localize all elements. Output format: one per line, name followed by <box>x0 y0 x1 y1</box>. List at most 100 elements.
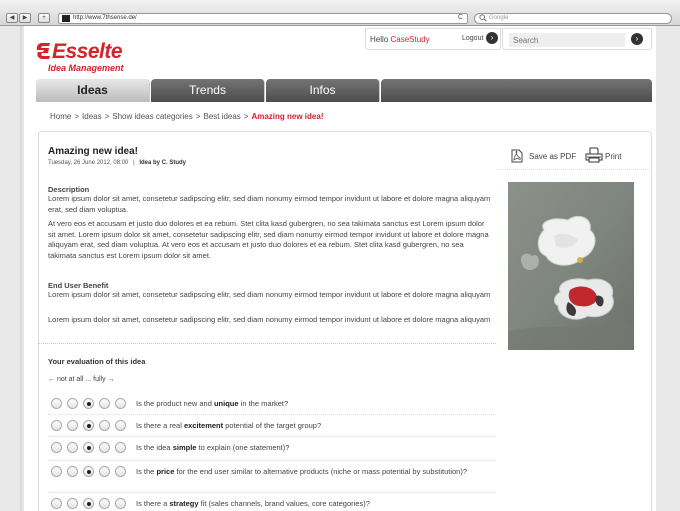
search-input[interactable] <box>509 33 625 47</box>
account-box: Hello CaseStudy Logout › <box>365 28 501 50</box>
idea-author[interactable]: C. Study <box>162 160 186 166</box>
divider <box>38 343 496 344</box>
rating-radio-3[interactable] <box>83 498 94 509</box>
breadcrumb-home[interactable]: Home <box>50 112 71 121</box>
rating-radio-1[interactable] <box>51 498 62 509</box>
add-bookmark-button[interactable]: + <box>38 13 50 23</box>
site-favicon-icon <box>62 15 70 22</box>
question-keyword: simple <box>172 443 197 452</box>
site-search: › <box>502 28 652 50</box>
row-divider <box>48 460 496 461</box>
rating-radio-5[interactable] <box>115 420 126 431</box>
breadcrumb-current: Amazing new idea! <box>251 112 324 121</box>
brand-name: Esselte <box>52 40 123 63</box>
rating-radio-5[interactable] <box>115 398 126 409</box>
rating-radio-5[interactable] <box>115 466 126 477</box>
idea-photo[interactable] <box>508 182 634 350</box>
breadcrumb-ideas[interactable]: Ideas <box>82 112 102 121</box>
question-keyword: excitement <box>183 421 224 430</box>
tab-infos[interactable]: Infos <box>266 79 380 102</box>
author-prefix: Idea by <box>139 160 160 166</box>
question-text-pre: Is there a real <box>136 421 184 430</box>
idea-title: Amazing new idea! <box>48 146 139 157</box>
evaluation-question: Is there a strategy fit (sales channels,… <box>48 498 498 511</box>
back-button[interactable]: ◀ <box>6 13 18 23</box>
benefit-paragraph-1: Lorem ipsum dolor sit amet, consetetur s… <box>48 290 491 299</box>
username-link[interactable]: CaseStudy <box>390 35 429 44</box>
rating-radio-1[interactable] <box>51 466 62 477</box>
question-text-post: in the market? <box>238 399 289 408</box>
forward-button[interactable]: ▶ <box>19 13 31 23</box>
search-submit-button[interactable]: › <box>631 33 643 45</box>
evaluation-scale-label: ← not at all ... fully → <box>48 376 115 383</box>
rating-radio-2[interactable] <box>67 398 78 409</box>
tab-trends[interactable]: Trends <box>151 79 265 102</box>
arrow-right-icon: › <box>486 32 498 44</box>
question-text-pre: Is the <box>136 467 157 476</box>
rating-radio-5[interactable] <box>115 442 126 453</box>
description-heading: Description <box>48 185 90 194</box>
breadcrumb-separator: > <box>104 112 110 121</box>
rating-radio-1[interactable] <box>51 398 62 409</box>
question-text-pre: Is there a <box>136 499 170 508</box>
logout-label: Logout <box>462 35 484 42</box>
rating-radio-2[interactable] <box>67 466 78 477</box>
evaluation-title: Your evaluation of this idea <box>48 357 146 366</box>
greeting-text: Hello <box>370 35 389 44</box>
save-as-pdf-label: Save as PDF <box>529 152 577 161</box>
idea-date: Tuesday, 26 June 2012, 08:00 <box>48 160 129 166</box>
tab-spacer <box>381 79 652 102</box>
rating-radio-3[interactable] <box>83 420 94 431</box>
evaluation-question: Is there a real excitement potential of … <box>48 420 498 434</box>
breadcrumb-best-ideas[interactable]: Best ideas <box>203 112 240 121</box>
row-divider <box>48 414 496 415</box>
row-divider <box>48 492 496 493</box>
question-text-post: potential of the target group? <box>223 421 322 430</box>
rating-radio-4[interactable] <box>99 442 110 453</box>
idea-meta: Tuesday, 26 June 2012, 08:00 | Idea by C… <box>48 160 186 166</box>
logout-button[interactable]: Logout › <box>462 32 498 44</box>
rating-radio-4[interactable] <box>99 498 110 509</box>
print-button[interactable]: Print <box>585 147 621 163</box>
address-bar[interactable]: http://www.7thsense.de/ <box>58 13 468 24</box>
evaluation-question: Is the product new and unique in the mar… <box>48 398 498 412</box>
brand-subtitle: Idea Management <box>48 63 124 73</box>
rating-radio-4[interactable] <box>99 420 110 431</box>
rating-radio-4[interactable] <box>99 398 110 409</box>
question-text: Is the price for the end user similar to… <box>136 467 488 477</box>
browser-toolbar: ◀ ▶ + http://www.7thsense.de/ C Google <box>0 0 680 26</box>
row-divider <box>48 436 496 437</box>
breadcrumb-categories[interactable]: Show ideas categories <box>112 112 193 121</box>
search-icon <box>479 14 487 25</box>
greeting: Hello CaseStudy <box>370 35 430 44</box>
url-text: http://www.7thsense.de/ <box>73 15 137 21</box>
printer-icon <box>585 147 603 163</box>
rating-radio-2[interactable] <box>67 498 78 509</box>
rating-radio-5[interactable] <box>115 498 126 509</box>
rating-radio-4[interactable] <box>99 466 110 477</box>
tab-ideas[interactable]: Ideas <box>36 79 150 102</box>
rating-radio-2[interactable] <box>67 442 78 453</box>
benefit-paragraph-2: Lorem ipsum dolor sit amet, consetetur s… <box>48 315 491 324</box>
question-text: Is the product new and unique in the mar… <box>136 399 488 409</box>
rating-radio-3[interactable] <box>83 442 94 453</box>
question-text: Is the idea simple to explain (one state… <box>136 443 488 453</box>
rating-radio-3[interactable] <box>83 398 94 409</box>
reload-icon[interactable]: C <box>458 14 463 21</box>
question-text-pre: Is the idea <box>136 443 173 452</box>
rating-radio-1[interactable] <box>51 442 62 453</box>
benefit-heading: End User Benefit <box>48 281 109 290</box>
rating-radio-2[interactable] <box>67 420 78 431</box>
breadcrumb-separator: > <box>195 112 201 121</box>
question-text-post: for the end user similar to alternative … <box>174 467 468 476</box>
pdf-icon <box>511 149 523 163</box>
rating-radio-3[interactable] <box>83 466 94 477</box>
brand-logo[interactable]: Esselte <box>36 40 146 64</box>
rating-radio-1[interactable] <box>51 420 62 431</box>
breadcrumb-separator: > <box>74 112 80 121</box>
breadcrumb: Home > Ideas > Show ideas categories > Best id… <box>50 112 323 121</box>
evaluation-question: Is the price for the end user similar to… <box>48 466 498 480</box>
browser-search-field[interactable]: Google <box>474 13 672 24</box>
browser-search-placeholder: Google <box>489 15 509 21</box>
print-label: Print <box>605 152 622 161</box>
